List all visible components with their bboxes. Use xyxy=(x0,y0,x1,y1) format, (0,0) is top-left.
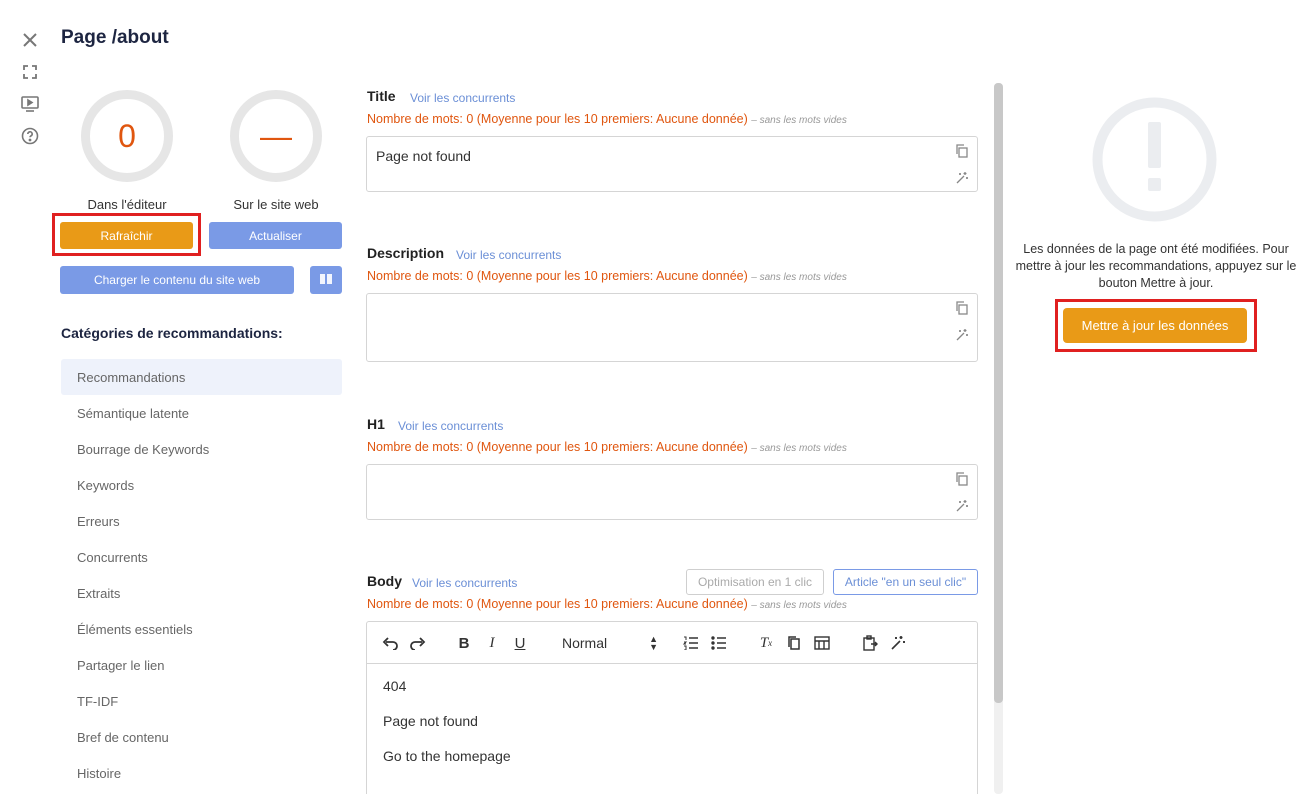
update-button[interactable]: Actualiser xyxy=(209,222,342,249)
copy-icon[interactable] xyxy=(954,300,970,316)
title-input-value: Page not found xyxy=(376,148,471,164)
category-bourrage-keywords[interactable]: Bourrage de Keywords xyxy=(61,431,342,467)
category-extraits[interactable]: Extraits xyxy=(61,575,342,611)
site-score-label: Sur le site web xyxy=(233,197,319,212)
editor-toolbar: B I U Normal ▲ ▼ Tx xyxy=(367,622,977,664)
category-erreurs[interactable]: Erreurs xyxy=(61,503,342,539)
editor-score-label: Dans l'éditeur xyxy=(87,197,167,212)
video-icon[interactable] xyxy=(20,94,40,114)
h1-field-label: H1 xyxy=(367,416,385,432)
body-field-label: Body xyxy=(367,573,402,589)
title-see-competitors-link[interactable]: Voir les concurrents xyxy=(410,91,515,105)
editor-line: Go to the homepage xyxy=(383,748,511,764)
table-icon[interactable] xyxy=(813,632,831,654)
fullscreen-icon[interactable] xyxy=(20,62,40,82)
redo-icon[interactable] xyxy=(409,632,427,654)
body-editor[interactable]: B I U Normal ▲ ▼ Tx 404 Page not found Go… xyxy=(366,621,978,794)
editor-line: 404 xyxy=(383,678,407,694)
magic-wand-icon[interactable] xyxy=(954,170,970,186)
clear-format-icon[interactable]: Tx xyxy=(757,632,775,654)
magic-wand-icon[interactable] xyxy=(954,327,970,343)
format-select[interactable]: Normal ▲ ▼ xyxy=(562,632,658,654)
site-score-value: — xyxy=(260,117,292,154)
bold-icon[interactable]: B xyxy=(455,632,473,654)
ordered-list-icon[interactable] xyxy=(682,632,700,654)
h1-word-count-text: Nombre de mots: 0 (Moyenne pour les 10 p… xyxy=(367,440,748,454)
select-arrows-icon: ▲ ▼ xyxy=(649,634,658,652)
categories-heading: Catégories de recommandations: xyxy=(61,325,283,341)
close-icon[interactable] xyxy=(20,30,40,50)
category-elements-essentiels[interactable]: Éléments essentiels xyxy=(61,611,342,647)
page-title: Page /about xyxy=(61,27,169,48)
title-field-label: Title xyxy=(367,88,396,104)
description-field-label: Description xyxy=(367,245,445,261)
description-see-competitors-link[interactable]: Voir les concurrents xyxy=(456,248,561,262)
update-data-button[interactable]: Mettre à jour les données xyxy=(1063,308,1247,343)
one-click-article-button[interactable]: Article "en un seul clic" xyxy=(833,569,978,595)
scrollbar-thumb[interactable] xyxy=(994,83,1003,703)
warning-exclamation-icon xyxy=(1091,96,1218,223)
description-word-count: Nombre de mots: 0 (Moyenne pour les 10 p… xyxy=(367,269,847,283)
magic-wand-icon[interactable] xyxy=(954,498,970,514)
category-histoire[interactable]: Histoire xyxy=(61,755,342,791)
editor-score-ring: 0 xyxy=(81,90,173,182)
book-icon-button[interactable] xyxy=(310,266,342,294)
data-modified-message: Les données de la page ont été modifiées… xyxy=(1015,242,1297,290)
category-bref-contenu[interactable]: Bref de contenu xyxy=(61,719,342,755)
italic-icon[interactable]: I xyxy=(483,632,501,654)
help-icon[interactable] xyxy=(20,126,40,146)
description-word-count-note: – sans les mots vides xyxy=(751,272,847,283)
title-word-count: Nombre de mots: 0 (Moyenne pour les 10 p… xyxy=(367,112,847,126)
format-select-value: Normal xyxy=(562,635,608,651)
category-keywords[interactable]: Keywords xyxy=(61,467,342,503)
body-see-competitors-link[interactable]: Voir les concurrents xyxy=(412,576,517,590)
description-input[interactable] xyxy=(366,293,978,362)
editor-score-value: 0 xyxy=(118,117,136,154)
h1-word-count-note: – sans les mots vides xyxy=(751,443,847,454)
category-concurrents[interactable]: Concurrents xyxy=(61,539,342,575)
category-partager-lien[interactable]: Partager le lien xyxy=(61,647,342,683)
category-tf-idf[interactable]: TF-IDF xyxy=(61,683,342,719)
bullet-list-icon[interactable] xyxy=(710,632,728,654)
category-recommandations[interactable]: Recommandations xyxy=(61,359,342,395)
refresh-button[interactable]: Rafraîchir xyxy=(60,222,193,249)
h1-word-count: Nombre de mots: 0 (Moyenne pour les 10 p… xyxy=(367,440,847,454)
book-icon xyxy=(319,272,333,289)
h1-see-competitors-link[interactable]: Voir les concurrents xyxy=(398,419,503,433)
title-word-count-note: – sans les mots vides xyxy=(751,115,847,126)
load-site-content-button[interactable]: Charger le contenu du site web xyxy=(60,266,294,294)
h1-input[interactable] xyxy=(366,464,978,520)
site-score-ring: — xyxy=(230,90,322,182)
copy-icon[interactable] xyxy=(785,632,803,654)
magic-wand-icon[interactable] xyxy=(889,632,907,654)
one-click-optimization-button[interactable]: Optimisation en 1 clic xyxy=(686,569,824,595)
copy-icon[interactable] xyxy=(954,471,970,487)
body-word-count-text: Nombre de mots: 0 (Moyenne pour les 10 p… xyxy=(367,597,748,611)
paste-icon[interactable] xyxy=(861,632,879,654)
copy-icon[interactable] xyxy=(954,143,970,159)
body-word-count: Nombre de mots: 0 (Moyenne pour les 10 p… xyxy=(367,597,847,611)
underline-icon[interactable]: U xyxy=(511,632,529,654)
category-semantique-latente[interactable]: Sémantique latente xyxy=(61,395,342,431)
description-word-count-text: Nombre de mots: 0 (Moyenne pour les 10 p… xyxy=(367,269,748,283)
undo-icon[interactable] xyxy=(381,632,399,654)
title-word-count-text: Nombre de mots: 0 (Moyenne pour les 10 p… xyxy=(367,112,748,126)
editor-line: Page not found xyxy=(383,713,478,729)
title-input[interactable]: Page not found xyxy=(366,136,978,192)
body-word-count-note: – sans les mots vides xyxy=(751,600,847,611)
